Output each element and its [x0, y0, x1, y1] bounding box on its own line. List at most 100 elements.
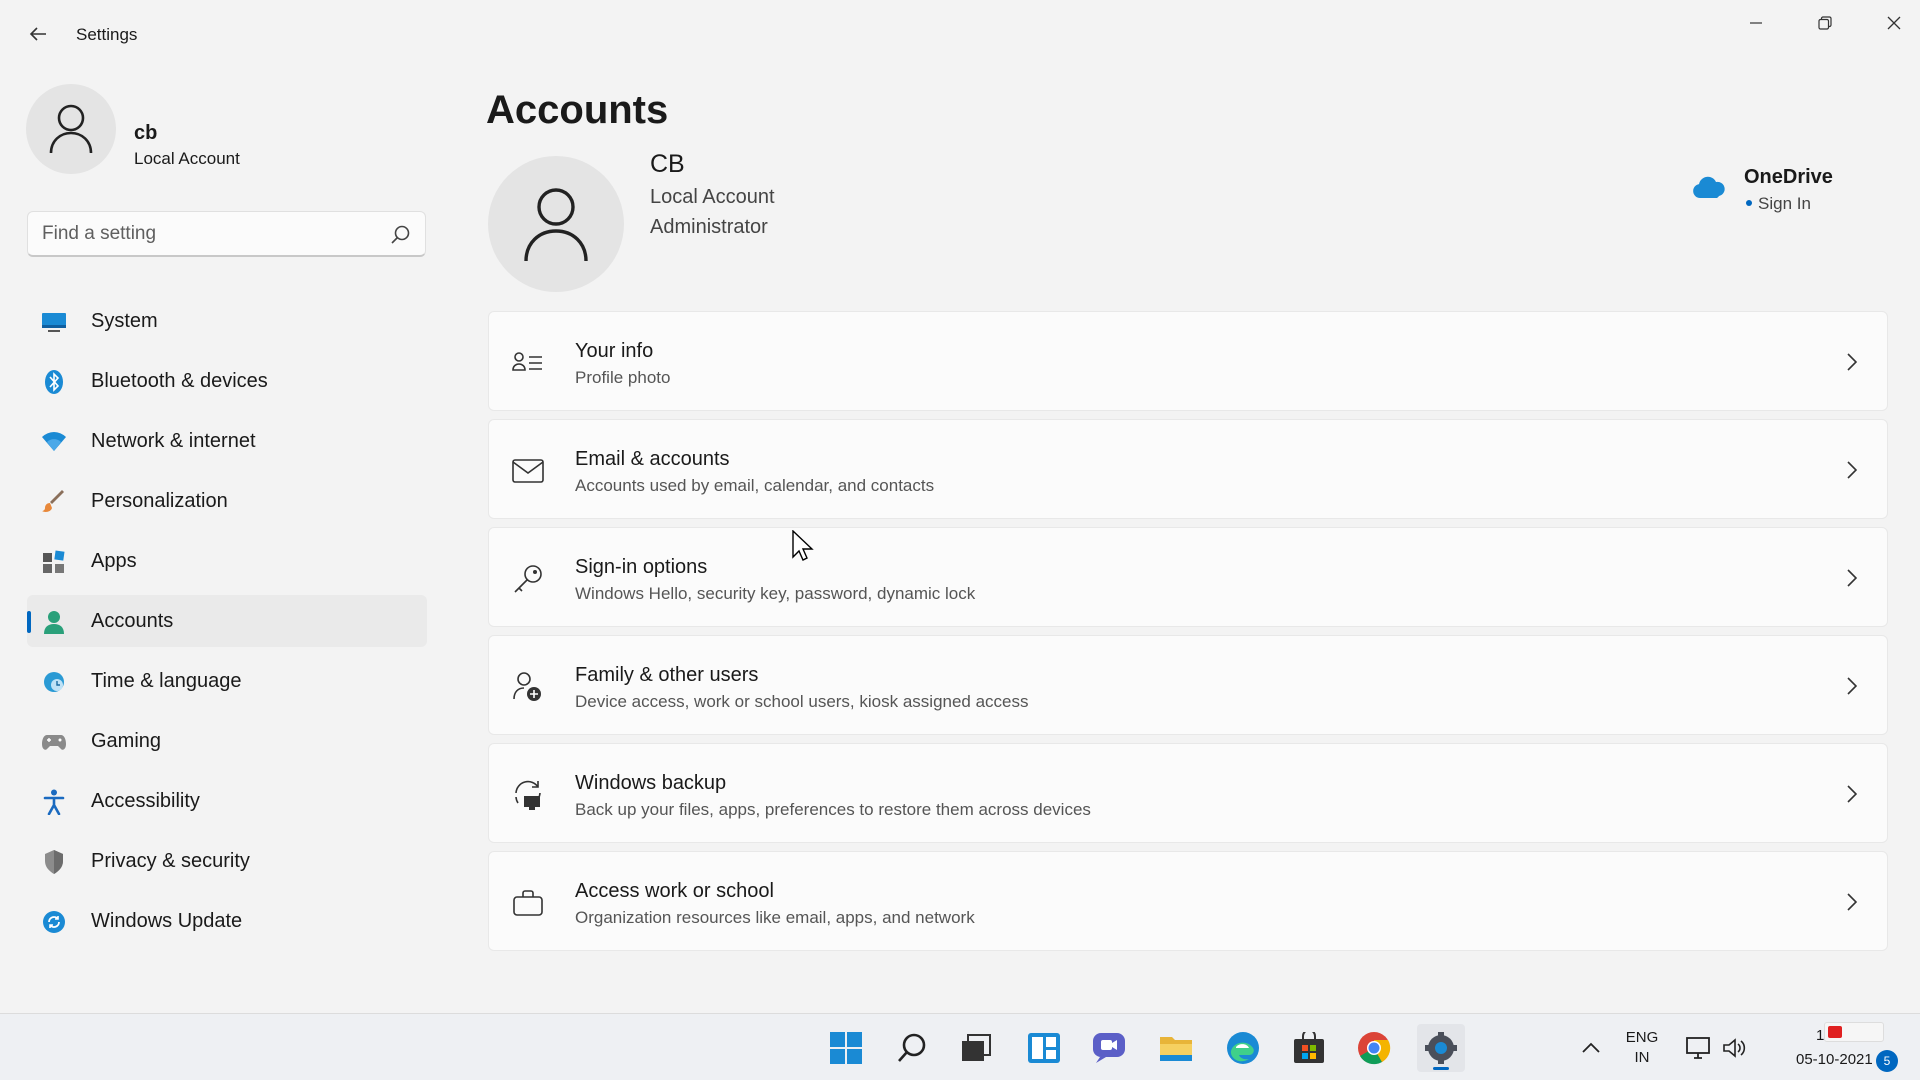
main-content: Accounts CB Local Account Administrator … [486, 68, 1896, 1013]
user-profile[interactable]: cb Local Account [26, 84, 446, 174]
sidebar-item-apps[interactable]: Apps [27, 535, 427, 587]
sidebar: cb Local Account System Bluetooth & devi… [0, 68, 440, 1013]
app-title: Settings [76, 25, 138, 44]
add-person-icon [511, 670, 545, 704]
widgets-icon [1028, 1033, 1060, 1063]
sidebar-item-label: Time & language [91, 670, 242, 692]
edge-button[interactable] [1219, 1024, 1267, 1072]
sidebar-item-label: Bluetooth & devices [91, 370, 268, 392]
accounts-icon [41, 609, 67, 635]
sidebar-item-windows-update[interactable]: Windows Update [27, 895, 427, 947]
sidebar-item-network[interactable]: Network & internet [27, 415, 427, 467]
profile-name: cb [134, 122, 158, 144]
chevron-right-icon [1841, 890, 1863, 914]
system-icon [41, 309, 67, 335]
account-name: CB [650, 150, 685, 178]
card-family-other-users[interactable]: Family & other users Device access, work… [488, 635, 1888, 735]
page-title: Accounts [486, 88, 669, 132]
onedrive-title: OneDrive [1744, 166, 1833, 188]
sidebar-item-bluetooth[interactable]: Bluetooth & devices [27, 355, 427, 407]
start-button[interactable] [822, 1024, 870, 1072]
minimize-button[interactable] [1726, 6, 1786, 40]
close-icon [1887, 16, 1901, 30]
show-hidden-icons-button[interactable] [1578, 1014, 1604, 1080]
network-tray-button[interactable] [1684, 1014, 1714, 1080]
accessibility-icon [41, 789, 67, 815]
sidebar-item-accounts[interactable]: Accounts [27, 595, 427, 647]
subscribe-overlay [1824, 1022, 1884, 1042]
search-box[interactable] [27, 211, 426, 257]
nav-list: System Bluetooth & devices Network & int… [27, 295, 427, 955]
card-subtitle: Profile photo [575, 368, 671, 387]
taskbar-search-button[interactable] [888, 1024, 936, 1072]
search-icon[interactable] [389, 224, 411, 246]
key-icon [511, 562, 545, 596]
chrome-button[interactable] [1350, 1024, 1398, 1072]
file-explorer-button[interactable] [1152, 1024, 1200, 1072]
sidebar-item-label: Personalization [91, 490, 228, 512]
sidebar-item-personalization[interactable]: Personalization [27, 475, 427, 527]
sidebar-item-system[interactable]: System [27, 295, 427, 347]
youtube-logo-icon [1828, 1026, 1842, 1038]
mouse-cursor-icon [792, 530, 814, 561]
card-title: Your info [575, 340, 654, 362]
person-icon [49, 104, 93, 154]
contact-card-icon [511, 346, 545, 380]
back-button[interactable] [22, 20, 54, 48]
card-subtitle: Device access, work or school users, kio… [575, 692, 1029, 711]
onedrive-sign-in-link[interactable]: Sign In [1758, 194, 1811, 214]
globe-clock-icon [41, 669, 67, 695]
card-access-work-school[interactable]: Access work or school Organization resou… [488, 851, 1888, 951]
shield-icon [41, 849, 67, 875]
mail-icon [511, 454, 545, 488]
sidebar-item-label: Gaming [91, 730, 162, 752]
card-title: Family & other users [575, 664, 759, 686]
settings-window: Settings cb Local Account System [0, 0, 1920, 1013]
minimize-icon [1750, 22, 1762, 24]
chevron-up-icon [1582, 1042, 1600, 1053]
widgets-button[interactable] [1020, 1024, 1068, 1072]
sidebar-item-privacy-security[interactable]: Privacy & security [27, 835, 427, 887]
sidebar-item-time-language[interactable]: Time & language [27, 655, 427, 707]
backup-icon [511, 778, 545, 812]
sidebar-item-gaming[interactable]: Gaming [27, 715, 427, 767]
clock-date[interactable]: 05-10-2021 [1796, 1051, 1873, 1068]
chevron-right-icon [1841, 782, 1863, 806]
card-subtitle: Windows Hello, security key, password, d… [575, 584, 976, 603]
input-language-indicator[interactable]: ENG IN [1620, 1028, 1664, 1068]
store-icon [1294, 1032, 1324, 1063]
card-title: Email & accounts [575, 448, 730, 470]
chat-icon [1093, 1033, 1125, 1063]
wifi-icon [41, 429, 67, 455]
taskbar: ENG IN 1 05-10-2021 5 [0, 1013, 1920, 1080]
search-icon [898, 1033, 926, 1062]
card-your-info[interactable]: Your info Profile photo [488, 311, 1888, 411]
gamepad-icon [41, 729, 67, 755]
restore-button[interactable] [1795, 6, 1855, 40]
back-arrow-icon [29, 27, 46, 41]
profile-account-type: Local Account [134, 149, 240, 168]
card-windows-backup[interactable]: Windows backup Back up your files, apps,… [488, 743, 1888, 843]
settings-taskbar-button[interactable] [1417, 1024, 1465, 1072]
card-subtitle: Organization resources like email, apps,… [575, 908, 975, 927]
sidebar-item-label: System [91, 310, 158, 332]
volume-tray-button[interactable] [1720, 1014, 1750, 1080]
account-avatar[interactable] [488, 156, 624, 292]
notification-badge[interactable]: 5 [1876, 1050, 1898, 1072]
start-icon [830, 1032, 862, 1064]
chevron-right-icon [1841, 674, 1863, 698]
task-view-button[interactable] [952, 1024, 1000, 1072]
card-title: Sign-in options [575, 556, 708, 578]
close-button[interactable] [1864, 6, 1920, 40]
brush-icon [41, 489, 67, 515]
sidebar-item-label: Accounts [91, 610, 174, 632]
chat-button[interactable] [1085, 1024, 1133, 1072]
card-email-accounts[interactable]: Email & accounts Accounts used by email,… [488, 419, 1888, 519]
card-title: Windows backup [575, 772, 727, 794]
store-button[interactable] [1285, 1024, 1333, 1072]
card-sign-in-options[interactable]: Sign-in options Windows Hello, security … [488, 527, 1888, 627]
avatar [26, 84, 116, 174]
sidebar-item-accessibility[interactable]: Accessibility [27, 775, 427, 827]
chevron-right-icon [1841, 566, 1863, 590]
search-input[interactable] [42, 220, 372, 248]
